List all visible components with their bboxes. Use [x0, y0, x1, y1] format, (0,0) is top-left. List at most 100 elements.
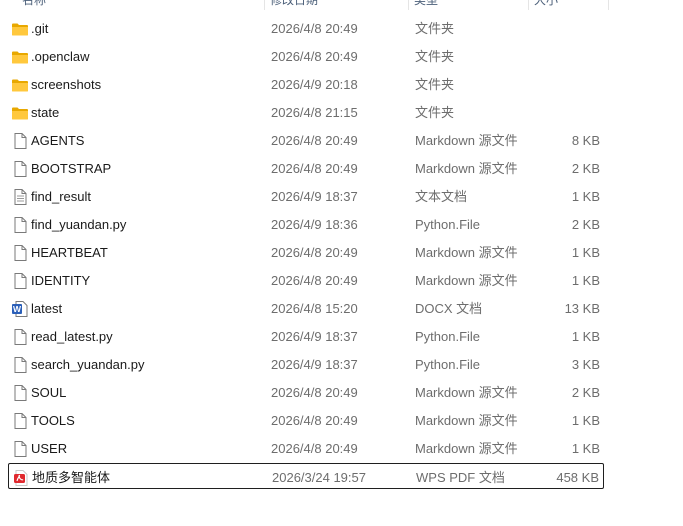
column-divider[interactable] — [264, 0, 265, 10]
file-type: 文件夹 — [415, 49, 455, 64]
file-size: 1 KB — [571, 441, 600, 456]
file-row[interactable]: screenshots 2026/4/9 20:18 文件夹 — [8, 71, 604, 97]
file-date: 2026/3/24 19:57 — [272, 470, 366, 485]
column-header-name[interactable]: 名称 — [22, 0, 46, 8]
file-row[interactable]: AGENTS 2026/4/8 20:49 Markdown 源文件 8 KB — [8, 127, 604, 153]
file-date: 2026/4/8 20:49 — [271, 441, 358, 456]
file-date: 2026/4/8 20:49 — [271, 161, 358, 176]
file-icon — [11, 245, 29, 261]
file-name: USER — [31, 441, 68, 456]
file-name: screenshots — [31, 77, 102, 92]
file-row[interactable]: 地质多智能体 2026/3/24 19:57 WPS PDF 文档 458 KB — [8, 463, 604, 489]
file-row[interactable]: SOUL 2026/4/8 20:49 Markdown 源文件 2 KB — [8, 379, 604, 405]
file-row[interactable]: find_yuandan.py 2026/4/9 18:36 Python.File… — [8, 211, 604, 237]
file-type: Markdown 源文件 — [415, 245, 518, 260]
file-date: 2026/4/8 20:49 — [271, 49, 358, 64]
file-row[interactable]: Wlatest 2026/4/8 15:20 DOCX 文档 13 KB — [8, 295, 604, 321]
file-icon — [11, 413, 29, 429]
file-name: AGENTS — [31, 133, 85, 148]
column-header-date[interactable]: 修改日期 — [270, 0, 318, 8]
file-type: 文件夹 — [415, 21, 455, 36]
file-name: 地质多智能体 — [32, 470, 111, 485]
file-type: Markdown 源文件 — [415, 413, 518, 428]
text-file-icon — [11, 189, 29, 205]
file-date: 2026/4/8 21:15 — [271, 105, 358, 120]
file-type: Markdown 源文件 — [415, 273, 518, 288]
file-type: WPS PDF 文档 — [416, 470, 505, 485]
file-date: 2026/4/8 20:49 — [271, 245, 358, 260]
file-type: Markdown 源文件 — [415, 441, 518, 456]
pdf-icon — [12, 470, 30, 486]
file-date: 2026/4/9 20:18 — [271, 77, 358, 92]
file-icon — [11, 329, 29, 345]
folder-icon — [11, 105, 29, 121]
file-date: 2026/4/9 18:37 — [271, 329, 358, 344]
file-type: Python.File — [415, 217, 481, 232]
file-icon — [11, 133, 29, 149]
column-header-type[interactable]: 类型 — [414, 0, 438, 8]
file-size: 1 KB — [571, 413, 600, 428]
word-doc-icon: W — [11, 301, 29, 317]
file-row[interactable]: find_result 2026/4/9 18:37 文本文档 1 KB — [8, 183, 604, 209]
file-icon — [11, 357, 29, 373]
file-icon — [11, 217, 29, 233]
file-name: search_yuandan.py — [31, 357, 145, 372]
file-name: state — [31, 105, 60, 120]
file-date: 2026/4/9 18:36 — [271, 217, 358, 232]
file-name: HEARTBEAT — [31, 245, 108, 260]
file-type: Markdown 源文件 — [415, 161, 518, 176]
file-type: 文本文档 — [415, 189, 468, 204]
svg-text:W: W — [13, 304, 22, 314]
file-row[interactable]: search_yuandan.py 2026/4/9 18:37 Python.Fi… — [8, 351, 604, 377]
file-row[interactable]: HEARTBEAT 2026/4/8 20:49 Markdown 源文件 1 KB — [8, 239, 604, 265]
file-name: find_result — [31, 189, 91, 204]
file-size: 3 KB — [571, 357, 600, 372]
file-size: 13 KB — [564, 301, 600, 316]
file-size: 2 KB — [571, 161, 600, 176]
folder-icon — [11, 77, 29, 93]
file-row[interactable]: BOOTSTRAP 2026/4/8 20:49 Markdown 源文件 2 KB — [8, 155, 604, 181]
file-icon — [11, 385, 29, 401]
file-type: Python.File — [415, 329, 481, 344]
file-size: 1 KB — [571, 245, 600, 260]
column-header-bar: 名称 修改日期 类型 大小 — [0, 0, 683, 10]
file-size: 8 KB — [571, 133, 600, 148]
folder-icon — [11, 21, 29, 37]
file-size: 2 KB — [571, 217, 600, 232]
file-size: 1 KB — [571, 329, 600, 344]
file-name: latest — [31, 301, 63, 316]
file-name: find_yuandan.py — [31, 217, 127, 232]
file-name: .openclaw — [31, 49, 90, 64]
folder-icon — [11, 49, 29, 65]
file-date: 2026/4/8 20:49 — [271, 385, 358, 400]
file-row[interactable]: read_latest.py 2026/4/9 18:37 Python.File 1… — [8, 323, 604, 349]
file-type: Markdown 源文件 — [415, 133, 518, 148]
file-date: 2026/4/9 18:37 — [271, 357, 358, 372]
file-row[interactable]: USER 2026/4/8 20:49 Markdown 源文件 1 KB — [8, 435, 604, 461]
file-icon — [11, 441, 29, 457]
file-type: Python.File — [415, 357, 481, 372]
file-row[interactable]: TOOLS 2026/4/8 20:49 Markdown 源文件 1 KB — [8, 407, 604, 433]
file-size: 2 KB — [571, 385, 600, 400]
file-size: 1 KB — [571, 189, 600, 204]
file-type: DOCX 文档 — [415, 301, 483, 316]
file-date: 2026/4/8 20:49 — [271, 21, 358, 36]
file-row[interactable]: IDENTITY 2026/4/8 20:49 Markdown 源文件 1 KB — [8, 267, 604, 293]
column-divider[interactable] — [528, 0, 529, 10]
file-date: 2026/4/8 20:49 — [271, 133, 358, 148]
file-type: Markdown 源文件 — [415, 385, 518, 400]
column-divider[interactable] — [408, 0, 409, 10]
file-name: BOOTSTRAP — [31, 161, 112, 176]
file-row[interactable]: state 2026/4/8 21:15 文件夹 — [8, 99, 604, 125]
file-name: .git — [31, 21, 49, 36]
file-date: 2026/4/8 20:49 — [271, 413, 358, 428]
file-name: TOOLS — [31, 413, 75, 428]
file-row[interactable]: .openclaw 2026/4/8 20:49 文件夹 — [8, 43, 604, 69]
file-type: 文件夹 — [415, 77, 455, 92]
column-divider[interactable] — [608, 0, 609, 10]
file-date: 2026/4/9 18:37 — [271, 189, 358, 204]
column-header-size[interactable]: 大小 — [534, 0, 558, 8]
file-name: IDENTITY — [31, 273, 91, 288]
file-date: 2026/4/8 15:20 — [271, 301, 358, 316]
file-row[interactable]: .git 2026/4/8 20:49 文件夹 — [8, 15, 604, 41]
